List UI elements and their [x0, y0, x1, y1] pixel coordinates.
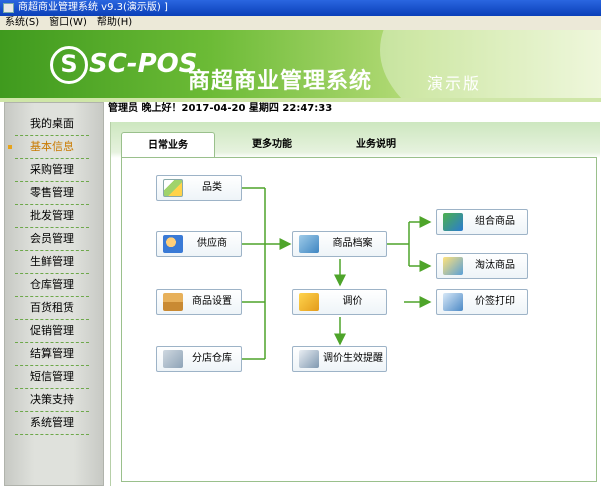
retire-icon [443, 257, 463, 275]
menu-system[interactable]: 系统(S) [0, 16, 44, 30]
flow-combo-goods-button[interactable]: 组合商品 [436, 209, 528, 235]
sidebar-item-settlement[interactable]: 结算管理 [15, 343, 89, 366]
sidebar-item-desktop[interactable]: 我的桌面 [15, 113, 89, 136]
flow-category-button[interactable]: 品类 [156, 175, 242, 201]
flow-supplier-label: 供应商 [197, 238, 227, 249]
demo-label: 演示版 [427, 74, 482, 93]
sidebar-item-retail[interactable]: 零售管理 [15, 182, 89, 205]
sidebar-item-lease[interactable]: 百货租赁 [15, 297, 89, 320]
menu-bar: 系统(S) 窗口(W) 帮助(H) [0, 16, 601, 30]
greeting-status: 管理员 晚上好！2017-04-20 星期四 22:47:33 [108, 103, 333, 114]
flow-connectors [242, 187, 432, 360]
flow-retired-goods-button[interactable]: 淘汰商品 [436, 253, 528, 279]
flow-goods-setup-label: 商品设置 [192, 296, 232, 307]
menu-help[interactable]: 帮助(H) [92, 16, 137, 30]
window-title-bar: 商超商业管理系统 v9.3(演示版) ] [0, 0, 601, 16]
logo-text: SC-POS [89, 49, 198, 79]
sidebar-item-basic-info[interactable]: 基本信息 [8, 136, 89, 159]
menu-window[interactable]: 窗口(W) [44, 16, 92, 30]
flow-price-effect-button[interactable]: 调价生效提醒 [292, 346, 387, 372]
sidebar-item-system[interactable]: 系统管理 [15, 412, 89, 435]
flow-branch-store-label: 分店仓库 [192, 353, 232, 364]
flow-branch-store-button[interactable]: 分店仓库 [156, 346, 242, 372]
tab-daily-business[interactable]: 日常业务 [121, 132, 215, 157]
flow-combo-goods-label: 组合商品 [475, 216, 515, 227]
flow-panel: 品类 供应商 商品设置 分店仓库 商品档案 调价 调价生效提醒 组合商品 淘汰商… [121, 157, 597, 482]
flow-price-effect-label: 调价生效提醒 [323, 353, 383, 364]
window-title: 商超商业管理系统 v9.3(演示版) ] [18, 2, 168, 13]
header-banner: S SC-POS 商超商业管理系统 演示版 [0, 30, 601, 98]
sidebar-item-promotion[interactable]: 促销管理 [15, 320, 89, 343]
flow-price-adjust-label: 调价 [342, 296, 363, 307]
flow-category-label: 品类 [202, 182, 222, 193]
print-icon [443, 293, 463, 311]
tab-more-functions[interactable]: 更多功能 [225, 132, 319, 157]
flow-goods-archive-button[interactable]: 商品档案 [292, 231, 387, 257]
flow-goods-setup-button[interactable]: 商品设置 [156, 289, 242, 315]
system-title: 商超商业管理系统 [188, 69, 373, 94]
price-icon [299, 293, 319, 311]
combo-icon [443, 213, 463, 231]
flow-goods-archive-label: 商品档案 [332, 238, 373, 249]
reminder-icon [299, 350, 319, 368]
header-decoration [380, 30, 601, 98]
flow-price-tag-button[interactable]: 价签打印 [436, 289, 528, 315]
supplier-icon [163, 235, 183, 253]
flow-retired-goods-label: 淘汰商品 [475, 260, 515, 271]
tab-bar: 日常业务 更多功能 业务说明 [121, 132, 423, 157]
goods-icon [163, 293, 183, 311]
flow-price-adjust-button[interactable]: 调价 [292, 289, 387, 315]
tab-business-notes[interactable]: 业务说明 [329, 132, 423, 157]
sidebar-item-sms[interactable]: 短信管理 [15, 366, 89, 389]
sidebar-item-decision[interactable]: 决策支持 [15, 389, 89, 412]
sidebar-nav: 我的桌面 基本信息 采购管理 零售管理 批发管理 会员管理 生鲜管理 仓库管理 … [8, 113, 89, 435]
flow-supplier-button[interactable]: 供应商 [156, 231, 242, 257]
category-icon [163, 179, 183, 197]
sidebar-item-warehouse[interactable]: 仓库管理 [15, 274, 89, 297]
sidebar-item-wholesale[interactable]: 批发管理 [15, 205, 89, 228]
main-panel: 日常业务 更多功能 业务说明 品类 供应商 商品设置 分店仓库 商品档案 调价 … [110, 122, 600, 486]
sidebar-item-fresh[interactable]: 生鲜管理 [15, 251, 89, 274]
logo-mark: S [50, 46, 88, 84]
archive-icon [299, 235, 319, 253]
app-icon [3, 3, 14, 13]
sidebar: 我的桌面 基本信息 采购管理 零售管理 批发管理 会员管理 生鲜管理 仓库管理 … [4, 102, 104, 486]
store-icon [163, 350, 183, 368]
sidebar-item-purchase[interactable]: 采购管理 [15, 159, 89, 182]
sidebar-item-member[interactable]: 会员管理 [15, 228, 89, 251]
flow-price-tag-label: 价签打印 [475, 296, 515, 307]
